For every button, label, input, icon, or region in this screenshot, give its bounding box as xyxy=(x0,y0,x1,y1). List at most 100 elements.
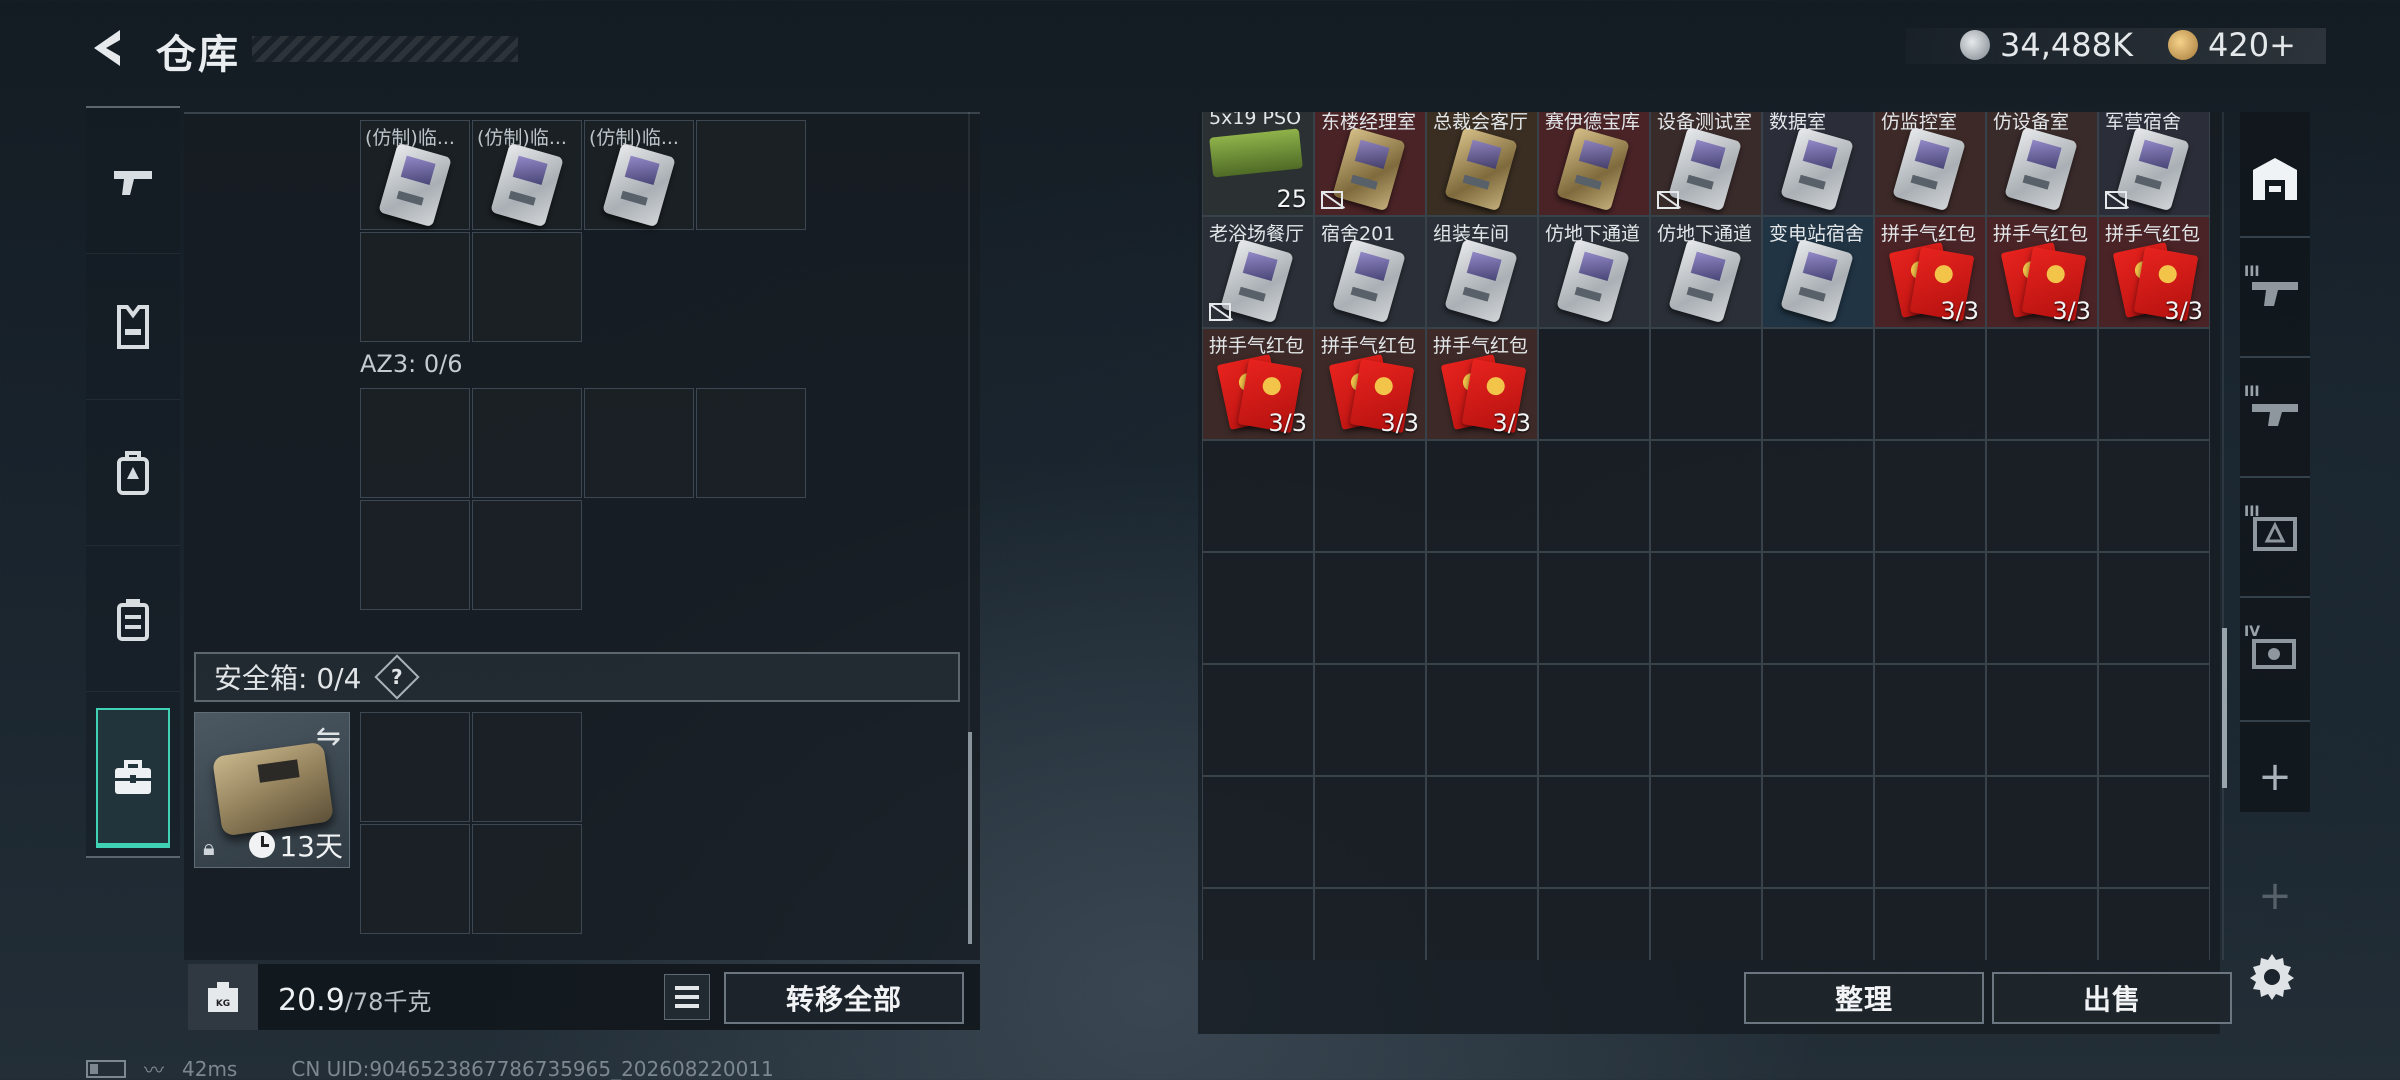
warehouse-slot-empty[interactable] xyxy=(1202,776,1314,888)
sort-button[interactable]: 整理 xyxy=(1744,972,1984,1024)
warehouse-slot-empty[interactable] xyxy=(1650,328,1762,440)
warehouse-slot-empty[interactable] xyxy=(1874,888,1986,960)
tab-expansion-1[interactable]: III xyxy=(2240,236,2310,348)
nav-backpack[interactable] xyxy=(86,400,180,546)
safe-box-slot[interactable] xyxy=(472,712,582,822)
container-slot-item[interactable]: (仿制)临... xyxy=(472,120,582,230)
warehouse-item[interactable]: 军营宿舍 xyxy=(2098,112,2210,216)
warehouse-slot-empty[interactable] xyxy=(1314,664,1426,776)
warehouse-slot-empty[interactable] xyxy=(1538,552,1650,664)
warehouse-slot-empty[interactable] xyxy=(1426,440,1538,552)
warehouse-item[interactable]: 宿舍201 xyxy=(1314,216,1426,328)
warehouse-slot-empty[interactable] xyxy=(1986,664,2098,776)
warehouse-slot-empty[interactable] xyxy=(1538,328,1650,440)
container-slot-empty[interactable] xyxy=(472,232,582,342)
back-arrow-icon[interactable] xyxy=(86,26,130,70)
container-slot-item[interactable]: (仿制)临... xyxy=(584,120,694,230)
warehouse-slot-empty[interactable] xyxy=(2098,552,2210,664)
warehouse-slot-empty[interactable] xyxy=(1202,888,1314,960)
help-icon[interactable]: ? xyxy=(374,654,421,700)
az3-slot[interactable] xyxy=(472,500,582,610)
warehouse-slot-empty[interactable] xyxy=(1650,552,1762,664)
warehouse-slot-empty[interactable] xyxy=(1762,552,1874,664)
warehouse-slot-empty[interactable] xyxy=(2098,776,2210,888)
warehouse-item[interactable]: 组装车间 xyxy=(1426,216,1538,328)
warehouse-item[interactable]: 拼手气红包 3/3 xyxy=(1986,216,2098,328)
warehouse-item[interactable]: 老浴场餐厅 xyxy=(1202,216,1314,328)
warehouse-slot-empty[interactable] xyxy=(1314,888,1426,960)
warehouse-item[interactable]: 拼手气红包 3/3 xyxy=(2098,216,2210,328)
warehouse-slot-empty[interactable] xyxy=(1874,328,1986,440)
warehouse-slot-empty[interactable] xyxy=(1202,552,1314,664)
container-slot-item[interactable]: (仿制)临... xyxy=(360,120,470,230)
nav-rig[interactable] xyxy=(86,546,180,692)
container-slot-empty[interactable] xyxy=(360,232,470,342)
secure-case-item[interactable]: ⇋ 🔒︎ 13天 xyxy=(194,712,350,868)
warehouse-slot-empty[interactable] xyxy=(1874,552,1986,664)
warehouse-item[interactable]: 拼手气红包 3/3 xyxy=(1314,328,1426,440)
warehouse-slot-empty[interactable] xyxy=(2098,328,2210,440)
warehouse-item[interactable]: 拼手气红包 3/3 xyxy=(1426,328,1538,440)
warehouse-slot-empty[interactable] xyxy=(1874,664,1986,776)
list-view-button[interactable] xyxy=(664,974,710,1020)
safe-box-slot[interactable] xyxy=(472,824,582,934)
warehouse-slot-empty[interactable] xyxy=(1314,776,1426,888)
container-slot-empty[interactable] xyxy=(696,120,806,230)
warehouse-slot-empty[interactable] xyxy=(1314,552,1426,664)
warehouse-slot-empty[interactable] xyxy=(1650,888,1762,960)
tab-expansion-2[interactable]: III xyxy=(2240,356,2310,468)
warehouse-slot-empty[interactable] xyxy=(1986,888,2098,960)
warehouse-item[interactable]: 总裁会客厅 xyxy=(1426,112,1538,216)
nav-weapon[interactable] xyxy=(86,108,180,254)
tab-add-2[interactable]: + xyxy=(2240,840,2310,952)
az3-slot[interactable] xyxy=(472,388,582,498)
warehouse-slot-empty[interactable] xyxy=(1986,440,2098,552)
warehouse-item[interactable]: 5x19 PSO 25 xyxy=(1202,112,1314,216)
warehouse-item[interactable]: 仿地下通道 xyxy=(1538,216,1650,328)
warehouse-item[interactable]: 赛伊德宝库 xyxy=(1538,112,1650,216)
warehouse-slot-empty[interactable] xyxy=(1538,776,1650,888)
warehouse-item[interactable]: 仿设备室 xyxy=(1986,112,2098,216)
nav-vest[interactable] xyxy=(86,254,180,400)
warehouse-slot-empty[interactable] xyxy=(2098,888,2210,960)
warehouse-slot-empty[interactable] xyxy=(1202,664,1314,776)
warehouse-slot-empty[interactable] xyxy=(1650,440,1762,552)
safe-box-slot[interactable] xyxy=(360,824,470,934)
tab-add-1[interactable]: + xyxy=(2240,720,2310,832)
right-scrollbar[interactable] xyxy=(2222,628,2227,788)
warehouse-slot-empty[interactable] xyxy=(2098,440,2210,552)
warehouse-item[interactable]: 设备测试室 xyxy=(1650,112,1762,216)
warehouse-item[interactable]: 拼手气红包 3/3 xyxy=(1874,216,1986,328)
warehouse-slot-empty[interactable] xyxy=(1426,552,1538,664)
warehouse-item[interactable]: 变电站宿舍 xyxy=(1762,216,1874,328)
az3-slot[interactable] xyxy=(584,388,694,498)
tab-warehouse[interactable] xyxy=(2240,122,2310,234)
warehouse-slot-empty[interactable] xyxy=(1762,328,1874,440)
warehouse-slot-empty[interactable] xyxy=(1650,776,1762,888)
safe-box-slot[interactable] xyxy=(360,712,470,822)
warehouse-slot-empty[interactable] xyxy=(1426,776,1538,888)
az3-slot[interactable] xyxy=(360,388,470,498)
warehouse-slot-empty[interactable] xyxy=(1762,664,1874,776)
warehouse-item[interactable]: 仿地下通道 xyxy=(1650,216,1762,328)
settings-gear-icon[interactable] xyxy=(2248,952,2296,1000)
warehouse-slot-empty[interactable] xyxy=(1762,776,1874,888)
warehouse-slot-empty[interactable] xyxy=(1314,440,1426,552)
warehouse-slot-empty[interactable] xyxy=(1426,888,1538,960)
warehouse-slot-empty[interactable] xyxy=(1874,440,1986,552)
sell-button[interactable]: 出售 xyxy=(1992,972,2232,1024)
warehouse-slot-empty[interactable] xyxy=(1426,664,1538,776)
warehouse-item[interactable]: 数据室 xyxy=(1762,112,1874,216)
warehouse-slot-empty[interactable] xyxy=(1762,440,1874,552)
tab-expansion-4[interactable]: IV xyxy=(2240,596,2310,708)
az3-slot[interactable] xyxy=(696,388,806,498)
warehouse-item[interactable]: 拼手气红包 3/3 xyxy=(1202,328,1314,440)
warehouse-slot-empty[interactable] xyxy=(1538,664,1650,776)
warehouse-item[interactable]: 仿监控室 xyxy=(1874,112,1986,216)
warehouse-slot-empty[interactable] xyxy=(1538,888,1650,960)
warehouse-slot-empty[interactable] xyxy=(1986,776,2098,888)
warehouse-slot-empty[interactable] xyxy=(1986,328,2098,440)
transfer-all-button[interactable]: 转移全部 xyxy=(724,972,964,1024)
warehouse-slot-empty[interactable] xyxy=(1874,776,1986,888)
warehouse-slot-empty[interactable] xyxy=(1538,440,1650,552)
